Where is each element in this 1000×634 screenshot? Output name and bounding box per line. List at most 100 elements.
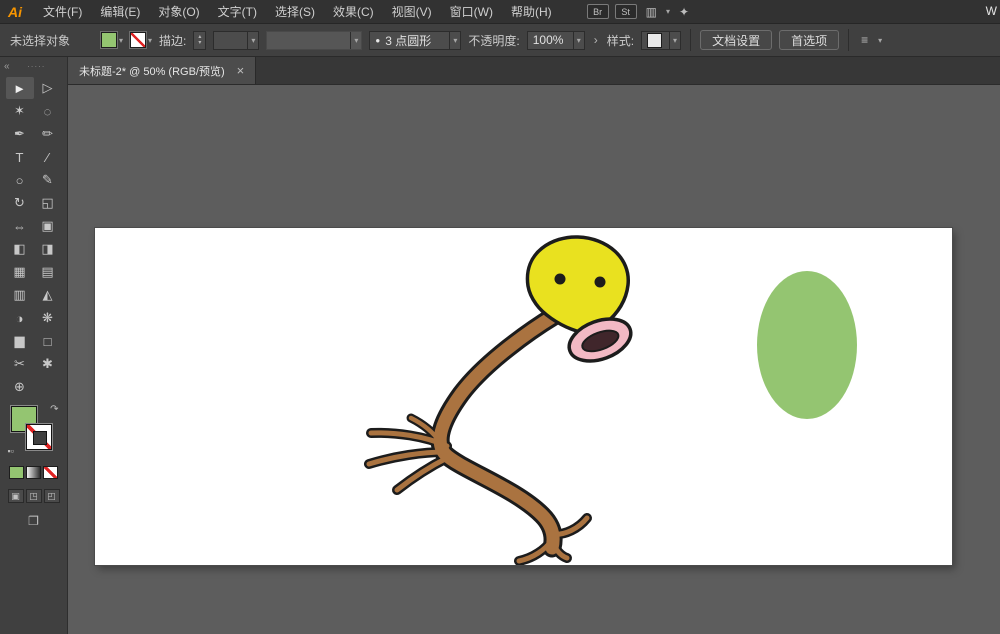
pen-tool[interactable]: ✒	[6, 123, 34, 145]
stroke-weight-label: 描边:	[159, 32, 186, 49]
control-bar: 未选择对象 ▾ ▾ 描边: ▴ ▾ ▾ ▾ ● 3 点圆形 ▾ 不透明度: 10…	[0, 24, 1000, 57]
document-tab-title[interactable]: 未标题-2* @ 50% (RGB/预览)	[79, 63, 225, 79]
paintbrush-tool[interactable]: ✏	[34, 123, 62, 145]
width-profile-combo[interactable]: ▾	[266, 31, 362, 50]
brush-definition-arrow-icon[interactable]: ▾	[449, 32, 460, 49]
lasso-tool[interactable]: ◌	[34, 100, 62, 122]
perspective-grid-tool[interactable]: ▦	[6, 261, 34, 283]
menu-window[interactable]: 窗口(W)	[441, 0, 502, 23]
menu-type[interactable]: 文字(T)	[209, 0, 266, 23]
controlbar-separator	[690, 29, 691, 51]
bellsprout-eye-right	[595, 277, 606, 288]
opacity-panel-icon[interactable]: ›	[592, 33, 600, 47]
swap-fill-stroke-icon[interactable]: ↷	[50, 404, 58, 415]
artboard[interactable]	[95, 228, 952, 565]
gradient-button[interactable]	[26, 466, 41, 479]
graphic-style-swatch[interactable]	[647, 33, 662, 48]
workspace-partial-label: W	[986, 4, 997, 18]
fill-color-swatch[interactable]	[101, 32, 117, 48]
selection-status-label: 未选择对象	[10, 32, 94, 49]
pencil-tool[interactable]: ✎	[34, 169, 62, 191]
scale-tool[interactable]: ◱	[34, 192, 62, 214]
bellsprout-eye-left	[555, 274, 566, 285]
document-tab[interactable]: 未标题-2* @ 50% (RGB/预览) ×	[68, 57, 256, 84]
stroke-weight-arrow-icon[interactable]: ▾	[247, 32, 258, 49]
brush-definition-value: 3 点圆形	[385, 32, 431, 49]
screen-mode-icon[interactable]: ❐	[25, 513, 43, 528]
type-tool[interactable]: T	[6, 146, 34, 168]
menu-view[interactable]: 视图(V)	[383, 0, 441, 23]
eyedropper-tool[interactable]: ◭	[34, 284, 62, 306]
align-options-arrow-icon[interactable]: ▾	[878, 36, 882, 45]
ellipse-tool[interactable]: ○	[6, 169, 34, 191]
opacity-combo[interactable]: 100% ▾	[527, 31, 585, 50]
stroke-weight-combo[interactable]: ▾	[213, 31, 259, 50]
menu-object[interactable]: 对象(O)	[149, 0, 208, 23]
stepper-down-icon[interactable]: ▾	[198, 40, 201, 46]
tab-close-icon[interactable]: ×	[237, 64, 245, 77]
panel-grip-icon[interactable]: ·····	[10, 62, 63, 71]
gradient-tool[interactable]: ▥	[6, 284, 34, 306]
blend-tool[interactable]: ◑	[6, 307, 34, 329]
live-paint-bucket-tool[interactable]: ◨	[34, 238, 62, 260]
none-button[interactable]	[43, 466, 58, 479]
stroke-color-control[interactable]: ▾	[130, 32, 152, 48]
align-options-icon[interactable]: ≡	[858, 33, 871, 47]
brush-preview-icon: ●	[375, 36, 380, 45]
opacity-arrow-icon[interactable]: ▾	[573, 32, 584, 49]
rotate-tool[interactable]: ↻	[6, 192, 34, 214]
preferences-button[interactable]: 首选项	[779, 30, 839, 50]
draw-inside-icon[interactable]: ◰	[44, 489, 60, 503]
graphic-style-arrow-icon[interactable]: ▾	[669, 32, 680, 49]
document-setup-button[interactable]: 文档设置	[700, 30, 772, 50]
shape-builder-tool[interactable]: ◧	[6, 238, 34, 260]
direct-selection-tool[interactable]: ▷	[34, 77, 62, 99]
free-transform-tool[interactable]: ▣	[34, 215, 62, 237]
style-label: 样式:	[607, 32, 634, 49]
stroke-weight-stepper[interactable]: ▴ ▾	[193, 31, 206, 50]
tools-panel: « ····· ► ▷ ✶ ◌ ✒ ✏ T ∕ ○ ✎ ↻ ◱ ⇔ ▣ ◧ ◨ …	[0, 57, 68, 634]
artboard-tool[interactable]: □	[34, 330, 62, 352]
column-graph-tool[interactable]: ▆	[6, 330, 34, 352]
green-ellipse-shape	[757, 271, 857, 419]
line-segment-tool[interactable]: ∕	[34, 146, 62, 168]
canvas-area[interactable]	[68, 85, 1000, 634]
draw-normal-icon[interactable]: ▣	[8, 489, 24, 503]
toolbox-stroke-swatch[interactable]	[26, 424, 52, 450]
slice-tool[interactable]: ✂	[6, 353, 34, 375]
drawing-mode-buttons: ▣ ◳ ◰	[0, 489, 67, 503]
width-tool[interactable]: ⇔	[6, 215, 34, 237]
fill-color-control[interactable]: ▾	[101, 32, 123, 48]
menu-effect[interactable]: 效果(C)	[324, 0, 383, 23]
fill-color-arrow-icon[interactable]: ▾	[119, 36, 123, 45]
document-tab-bar: 未标题-2* @ 50% (RGB/预览) ×	[68, 57, 1000, 85]
opacity-value[interactable]: 100%	[533, 33, 564, 47]
stroke-color-arrow-icon[interactable]: ▾	[148, 36, 152, 45]
arrange-documents-arrow-icon[interactable]: ▾	[666, 7, 670, 16]
menu-help[interactable]: 帮助(H)	[502, 0, 561, 23]
color-type-buttons	[0, 466, 67, 479]
hand-tool[interactable]: ✱	[34, 353, 62, 375]
zoom-tool[interactable]: ⊕	[6, 376, 34, 398]
brush-definition-combo[interactable]: ● 3 点圆形 ▾	[369, 31, 461, 50]
color-button[interactable]	[9, 466, 24, 479]
menu-edit[interactable]: 编辑(E)	[91, 0, 149, 23]
menubar: Ai 文件(F) 编辑(E) 对象(O) 文字(T) 选择(S) 效果(C) 视…	[0, 0, 1000, 24]
draw-behind-icon[interactable]: ◳	[26, 489, 42, 503]
magic-wand-tool[interactable]: ✶	[6, 100, 34, 122]
cc-icon[interactable]: ✦	[676, 5, 692, 19]
arrange-documents-icon[interactable]: ▥	[643, 5, 660, 19]
menu-select[interactable]: 选择(S)	[266, 0, 324, 23]
menu-file[interactable]: 文件(F)	[34, 0, 91, 23]
stock-icon[interactable]: St	[615, 4, 637, 19]
default-fill-stroke-icon[interactable]: ▪▫	[8, 446, 14, 456]
controlbar-separator-2	[848, 29, 849, 51]
bridge-icon[interactable]: Br	[587, 4, 609, 19]
mesh-tool[interactable]: ▤	[34, 261, 62, 283]
selection-tool[interactable]: ►	[6, 77, 34, 99]
width-profile-arrow-icon[interactable]: ▾	[350, 32, 361, 49]
graphic-style-combo[interactable]: ▾	[641, 31, 681, 50]
illustrator-logo[interactable]: Ai	[8, 4, 22, 20]
stroke-color-swatch[interactable]	[130, 32, 146, 48]
symbol-sprayer-tool[interactable]: ❋	[34, 307, 62, 329]
